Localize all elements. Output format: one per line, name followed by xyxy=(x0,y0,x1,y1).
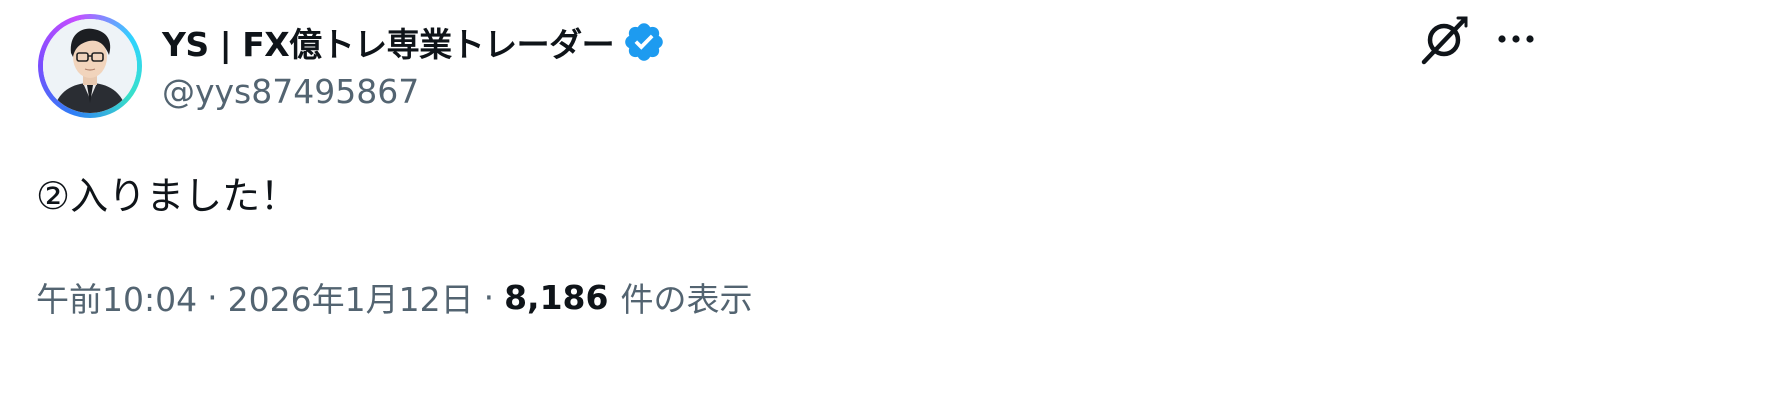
separator-dot: · xyxy=(483,277,495,317)
avatar-image xyxy=(43,19,137,113)
verified-badge-icon[interactable] xyxy=(622,20,666,64)
author-display-name[interactable]: YS | FX億トレ専業トレーダー xyxy=(162,18,615,66)
views-label: 件の表示 xyxy=(620,280,753,319)
tweet-text: ②入りました！ xyxy=(36,174,299,218)
tweet-time[interactable]: 午前10:04 xyxy=(36,273,197,321)
views-count: 8,186 xyxy=(504,277,609,317)
grok-icon[interactable] xyxy=(1418,14,1470,66)
avatar[interactable] xyxy=(38,14,142,118)
tweet-date[interactable]: 2026年1月12日 xyxy=(228,273,474,321)
more-options-icon[interactable] xyxy=(1496,24,1536,54)
tweet-card: YS | FX億トレ専業トレーダー @yys87495867 ②入りました！ 午… xyxy=(0,0,1765,411)
separator-dot: · xyxy=(207,277,218,317)
author-name-row: YS | FX億トレ専業トレーダー xyxy=(162,17,666,67)
tweet-metadata: 午前10:04 · 2026年1月12日 · 8,186 件の表示 xyxy=(36,273,752,321)
author-handle[interactable]: @yys87495867 xyxy=(162,72,419,111)
